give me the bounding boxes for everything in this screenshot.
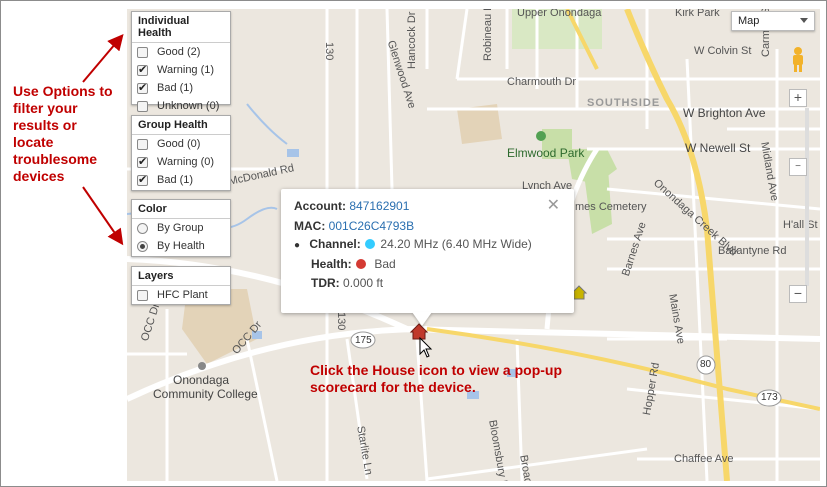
house-annotation: Click the House icon to view a pop-up sc… [310, 362, 562, 396]
popup-pointer [412, 312, 432, 326]
account-row: Account: 847162901 [294, 199, 409, 213]
health-label: Health: [311, 257, 352, 271]
close-icon[interactable]: ✕ [547, 195, 560, 215]
health-row: Health: Bad [311, 257, 396, 271]
arrow-down-icon [82, 186, 124, 246]
annotation-line: scorecard for the device. [310, 379, 476, 395]
account-label: Account: [294, 199, 346, 213]
mac-row: MAC: 001C26C4793B [294, 219, 414, 233]
device-scorecard-popup: ✕ Account: 847162901 MAC: 001C26C4793B ●… [281, 189, 574, 313]
channel-row: ● Channel: 24.20 MHz (6.40 MHz Wide) [294, 237, 532, 251]
bullet-icon: ● [294, 240, 301, 251]
account-link[interactable]: 847162901 [349, 199, 409, 213]
tdr-value: 0.000 ft [343, 276, 384, 290]
tdr-label: TDR: [311, 276, 340, 290]
health-value: Bad [374, 257, 396, 271]
mac-label: MAC: [294, 219, 326, 233]
channel-color-dot [365, 239, 376, 249]
channel-value: 24.20 MHz (6.40 MHz Wide) [380, 237, 532, 251]
arrow-up-icon [82, 33, 124, 83]
mac-link[interactable]: 001C26C4793B [329, 219, 414, 233]
channel-label: Channel: [309, 237, 361, 251]
annotation-line: Click the House icon to view a pop-up [310, 362, 563, 378]
health-status-dot [356, 259, 367, 269]
tdr-row: TDR: 0.000 ft [311, 276, 383, 290]
